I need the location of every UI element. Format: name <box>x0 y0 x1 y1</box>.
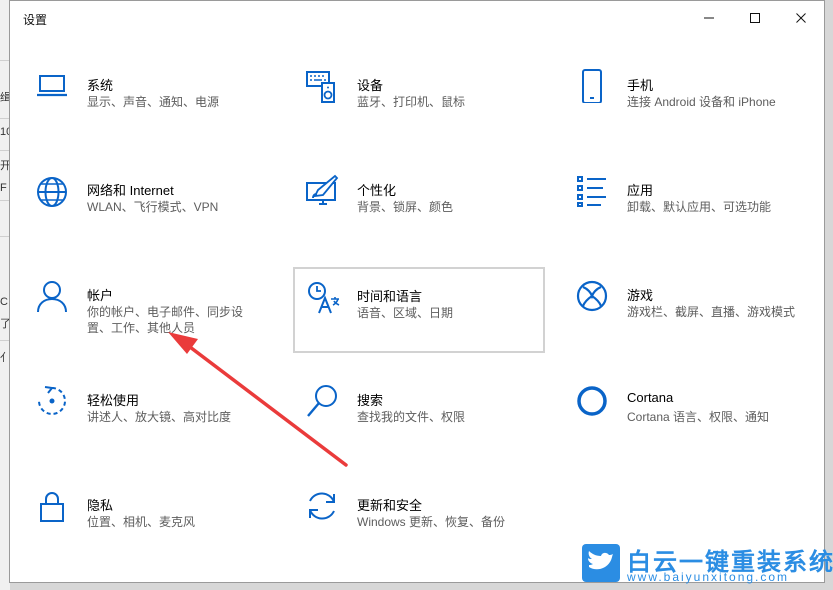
ease-of-access-icon <box>38 386 66 415</box>
paint-monitor-icon <box>306 174 339 205</box>
sync-icon <box>309 492 335 520</box>
tile-devices[interactable]: 设备 蓝牙、打印机、鼠标 <box>305 69 557 155</box>
watermark-url: www.baiyunxitong.com <box>627 570 790 584</box>
tile-devices-desc: 蓝牙、打印机、鼠标 <box>357 95 466 109</box>
tile-gaming[interactable]: 游戏 游戏栏、截屏、直播、游戏模式 <box>575 279 827 365</box>
phone-icon <box>582 69 602 103</box>
tile-cortana[interactable]: Cortana Cortana 语言、权限、通知 <box>575 384 827 470</box>
tile-ease-of-access[interactable]: 轻松使用 讲述人、放大镜、高对比度 <box>35 384 287 470</box>
tile-network-desc: WLAN、飞行模式、VPN <box>87 200 219 214</box>
watermark: 白云一键重装系统 www.baiyunxitong.com <box>581 538 833 590</box>
tile-phone-desc: 连接 Android 设备和 iPhone <box>627 95 776 109</box>
tile-search[interactable]: 搜索 查找我的文件、权限 <box>305 384 557 470</box>
cortana-circle-icon <box>577 386 607 416</box>
tile-phone[interactable]: 手机 连接 Android 设备和 iPhone <box>575 69 827 155</box>
tile-privacy-desc: 位置、相机、麦克风 <box>87 515 196 529</box>
laptop-icon <box>37 75 67 97</box>
tile-accounts-desc-line2: 置、工作、其他人员 <box>87 321 196 335</box>
tile-time-language[interactable]: 时间和语言 语音、区域、日期 <box>293 267 545 353</box>
tile-personalization-name: 个性化 <box>357 183 397 198</box>
search-icon <box>307 385 337 417</box>
bg-fragment: C <box>0 296 8 308</box>
close-icon <box>796 13 806 23</box>
globe-icon <box>37 177 67 207</box>
tile-system-desc: 显示、声音、通知、电源 <box>87 95 220 109</box>
tile-accounts-desc: 你的帐户、电子邮件、同步设 <box>87 305 244 319</box>
tile-time-language-name: 时间和语言 <box>357 289 423 304</box>
tile-privacy[interactable]: 隐私 位置、相机、麦克风 <box>35 489 287 575</box>
xbox-icon <box>576 280 608 312</box>
tile-cortana-desc: Cortana 语言、权限、通知 <box>627 410 770 424</box>
tile-devices-name: 设备 <box>357 78 384 93</box>
tile-personalization-desc: 背景、锁屏、颜色 <box>357 200 454 214</box>
tile-ease-of-access-desc: 讲述人、放大镜、高对比度 <box>87 410 232 424</box>
tile-accounts[interactable]: 帐户 你的帐户、电子邮件、同步设 置、工作、其他人员 <box>35 279 287 365</box>
tile-apps-name: 应用 <box>627 183 654 198</box>
window-title: 设置 <box>23 13 48 27</box>
tile-update-security-desc: Windows 更新、恢复、备份 <box>357 515 506 529</box>
tile-system-name: 系统 <box>87 78 114 93</box>
person-icon <box>37 281 67 313</box>
tile-search-desc: 查找我的文件、权限 <box>357 410 466 424</box>
bg-fragment: F <box>0 182 7 194</box>
title-bar[interactable]: 设置 <box>10 1 824 35</box>
lock-icon <box>40 492 64 522</box>
tile-search-name: 搜索 <box>357 393 384 408</box>
maximize-button[interactable] <box>732 1 778 35</box>
tile-update-security[interactable]: 更新和安全 Windows 更新、恢复、备份 <box>305 489 557 575</box>
settings-window: 设置 系统 显示、声音、通知、电源 设备 蓝牙、打印机、鼠标 手机 连接 And… <box>9 0 825 583</box>
tile-phone-name: 手机 <box>627 78 654 93</box>
tile-gaming-name: 游戏 <box>627 288 654 303</box>
tile-accounts-name: 帐户 <box>87 288 114 303</box>
tile-apps-desc: 卸载、默认应用、可选功能 <box>627 200 772 214</box>
tile-apps[interactable]: 应用 卸载、默认应用、可选功能 <box>575 174 827 260</box>
tile-ease-of-access-name: 轻松使用 <box>87 393 140 408</box>
tile-privacy-name: 隐私 <box>87 498 114 513</box>
tile-gaming-desc: 游戏栏、截屏、直播、游戏模式 <box>627 305 796 319</box>
minimize-button[interactable] <box>686 1 732 35</box>
tile-personalization[interactable]: 个性化 背景、锁屏、颜色 <box>305 174 557 260</box>
tile-update-security-name: 更新和安全 <box>357 498 423 513</box>
tile-system[interactable]: 系统 显示、声音、通知、电源 <box>35 69 287 155</box>
tile-cortana-name: Cortana <box>627 390 674 405</box>
maximize-icon <box>750 13 760 23</box>
time-language-icon <box>308 282 340 314</box>
app-list-icon <box>577 176 606 207</box>
tile-time-language-desc: 语音、区域、日期 <box>357 306 454 320</box>
bird-icon <box>582 544 620 582</box>
minimize-icon <box>704 17 714 19</box>
keyboard-speaker-icon <box>306 71 335 103</box>
tile-network-name: 网络和 Internet <box>87 183 174 198</box>
tile-network[interactable]: 网络和 Internet WLAN、飞行模式、VPN <box>35 174 287 260</box>
close-button[interactable] <box>778 1 824 35</box>
